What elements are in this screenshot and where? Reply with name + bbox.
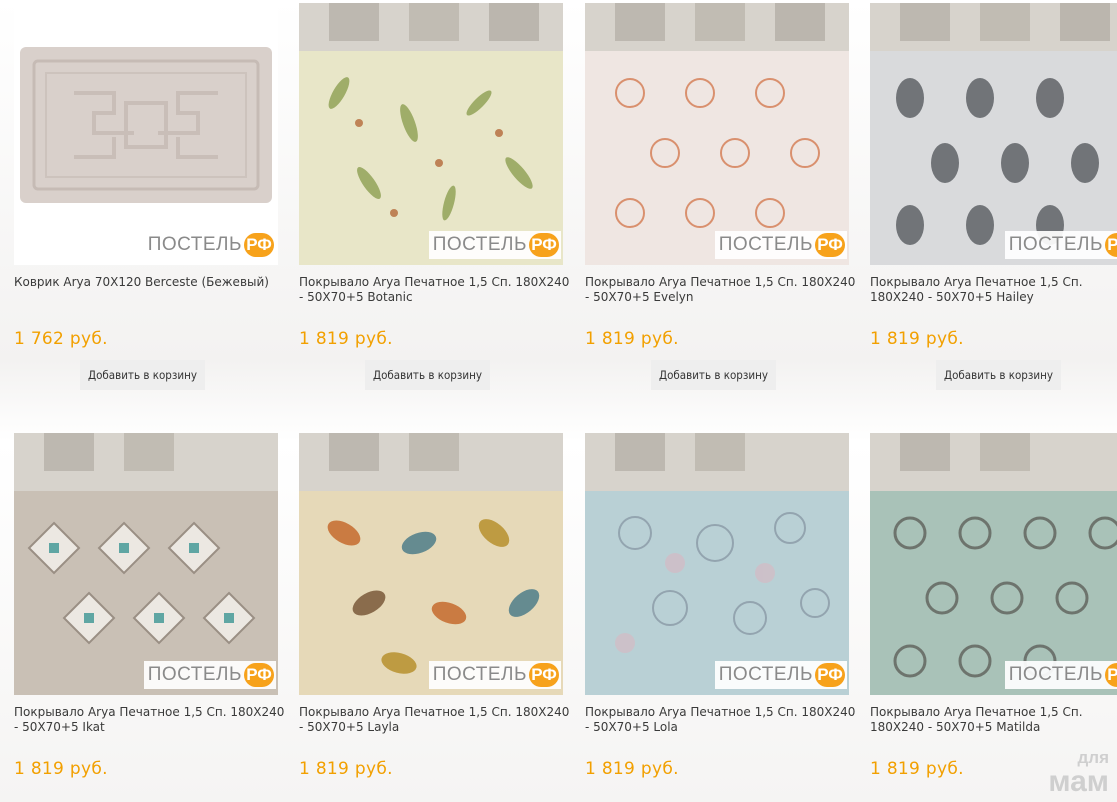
- product-title[interactable]: Покрывало Arya Печатное 1,5 Сп. 180X240 …: [585, 705, 860, 735]
- brand-logo-badge: РФ: [529, 233, 559, 257]
- brand-logo-badge: РФ: [815, 233, 845, 257]
- add-to-cart-button[interactable]: Добавить в корзину: [936, 360, 1061, 390]
- brand-logo: ПОСТЕЛЬ РФ: [143, 231, 276, 259]
- product-title[interactable]: Покрывало Arya Печатное 1,5 Сп. 180X240 …: [14, 705, 289, 735]
- product-title[interactable]: Покрывало Arya Печатное 1,5 Сп. 180X240 …: [870, 275, 1117, 305]
- product-price: 1 819 руб.: [870, 329, 964, 349]
- brand-logo: ПОСТЕЛЬ РФ: [143, 661, 276, 689]
- brand-logo-badge: РФ: [244, 663, 274, 687]
- brand-logo: ПОСТЕЛЬ РФ: [714, 661, 847, 689]
- add-to-cart-button[interactable]: Добавить в корзину: [365, 360, 490, 390]
- product-image[interactable]: ПОСТЕЛЬ РФ: [14, 3, 278, 265]
- product-title[interactable]: Покрывало Arya Печатное 1,5 Сп. 180X240 …: [299, 705, 574, 735]
- product-image[interactable]: ПОСТЕЛЬ РФ: [14, 433, 278, 695]
- brand-logo-badge: РФ: [1105, 663, 1117, 687]
- brand-logo-text: ПОСТЕЛЬ: [432, 664, 527, 685]
- brand-logo: ПОСТЕЛЬ РФ: [1004, 231, 1117, 259]
- watermark-line2: мам: [1048, 765, 1109, 798]
- product-image[interactable]: ПОСТЕЛЬ РФ: [299, 433, 563, 695]
- product-grid: ПОСТЕЛЬ РФ Коврик Arya 70X120 Berceste (…: [0, 0, 1117, 802]
- brand-logo-text: ПОСТЕЛЬ: [147, 234, 242, 255]
- product-price: 1 819 руб.: [299, 329, 393, 349]
- brand-logo-text: ПОСТЕЛЬ: [718, 664, 813, 685]
- brand-logo-text: ПОСТЕЛЬ: [1008, 664, 1103, 685]
- add-to-cart-button[interactable]: Добавить в корзину: [651, 360, 776, 390]
- brand-logo-text: ПОСТЕЛЬ: [147, 664, 242, 685]
- brand-logo: ПОСТЕЛЬ РФ: [428, 231, 561, 259]
- product-image[interactable]: ПОСТЕЛЬ РФ: [585, 433, 849, 695]
- product-price: 1 819 руб.: [870, 759, 964, 779]
- product-image[interactable]: ПОСТЕЛЬ РФ: [870, 433, 1117, 695]
- brand-logo-text: ПОСТЕЛЬ: [432, 234, 527, 255]
- site-watermark: для мам: [1048, 746, 1109, 798]
- product-price: 1 819 руб.: [585, 329, 679, 349]
- product-title[interactable]: Покрывало Arya Печатное 1,5 Сп. 180X240 …: [870, 705, 1117, 735]
- product-price: 1 762 руб.: [14, 329, 108, 349]
- brand-logo-badge: РФ: [1105, 233, 1117, 257]
- product-price: 1 819 руб.: [14, 759, 108, 779]
- brand-logo: ПОСТЕЛЬ РФ: [428, 661, 561, 689]
- add-to-cart-button[interactable]: Добавить в корзину: [80, 360, 205, 390]
- brand-logo: ПОСТЕЛЬ РФ: [1004, 661, 1117, 689]
- product-image[interactable]: ПОСТЕЛЬ РФ: [585, 3, 849, 265]
- product-title[interactable]: Покрывало Arya Печатное 1,5 Сп. 180X240 …: [585, 275, 860, 305]
- brand-logo-text: ПОСТЕЛЬ: [1008, 234, 1103, 255]
- product-image[interactable]: ПОСТЕЛЬ РФ: [299, 3, 563, 265]
- product-price: 1 819 руб.: [585, 759, 679, 779]
- brand-logo: ПОСТЕЛЬ РФ: [714, 231, 847, 259]
- brand-logo-badge: РФ: [529, 663, 559, 687]
- product-price: 1 819 руб.: [299, 759, 393, 779]
- brand-logo-text: ПОСТЕЛЬ: [718, 234, 813, 255]
- product-title[interactable]: Коврик Arya 70X120 Berceste (Бежевый): [14, 275, 289, 290]
- product-title[interactable]: Покрывало Arya Печатное 1,5 Сп. 180X240 …: [299, 275, 574, 305]
- brand-logo-badge: РФ: [815, 663, 845, 687]
- brand-logo-badge: РФ: [244, 233, 274, 257]
- product-image[interactable]: ПОСТЕЛЬ РФ: [870, 3, 1117, 265]
